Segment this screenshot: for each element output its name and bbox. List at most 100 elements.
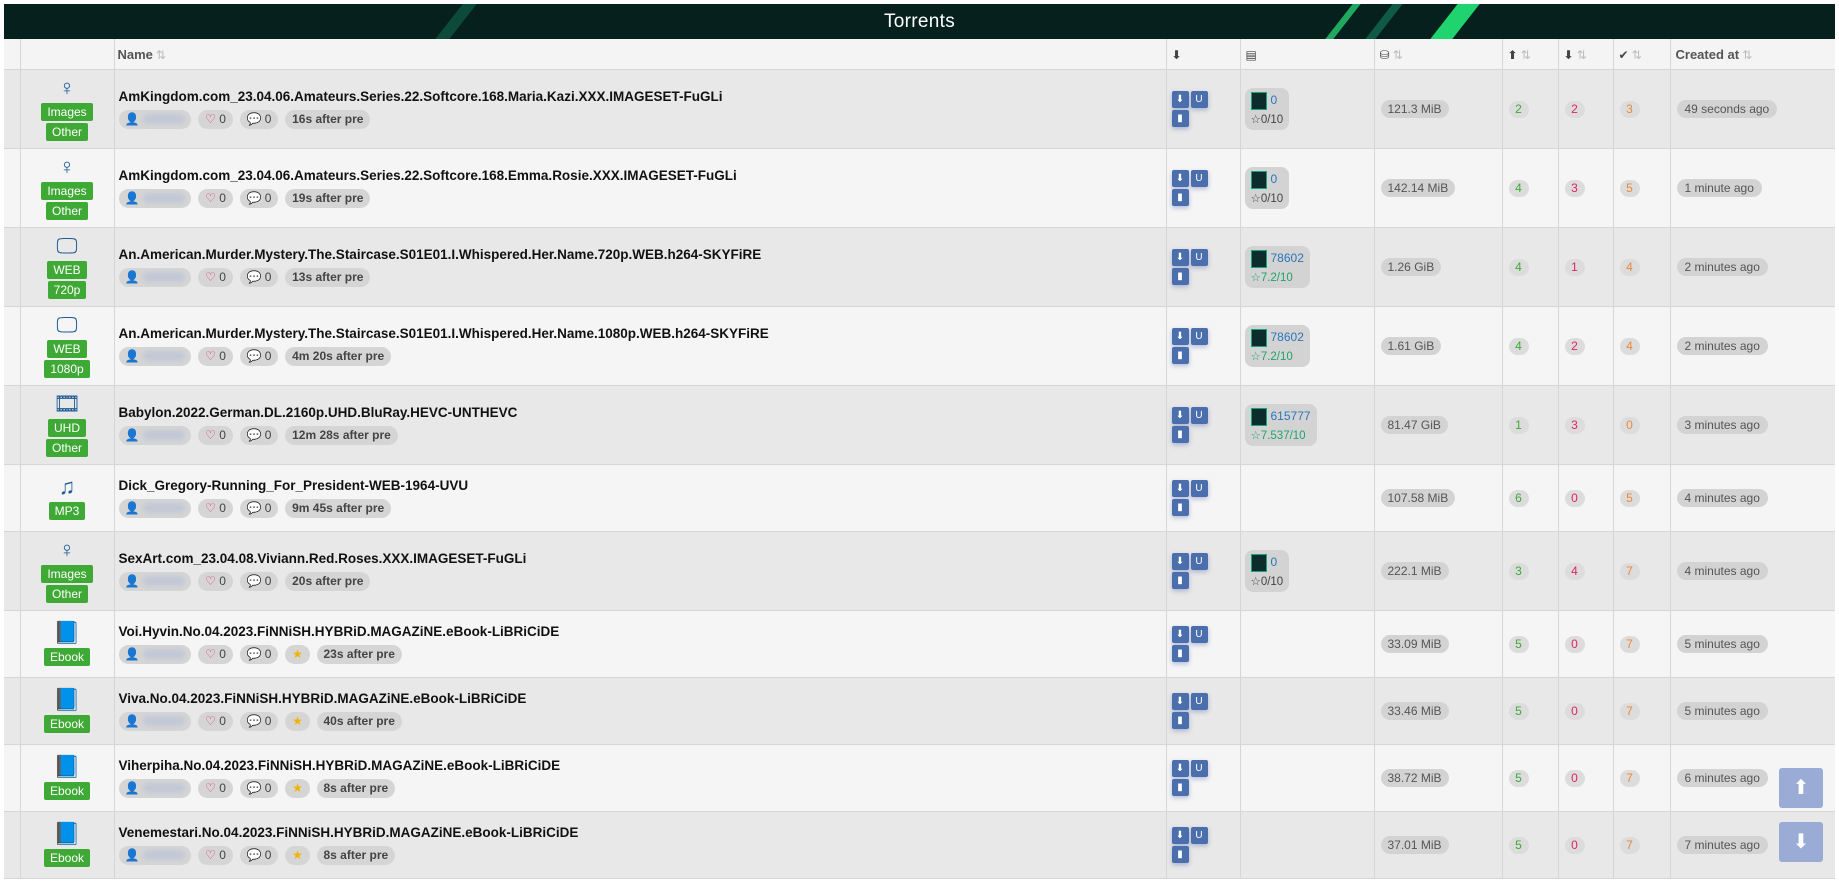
uploader-pill[interactable]: 👤 — [118, 711, 192, 731]
download-button[interactable]: ⬇ — [1171, 328, 1189, 345]
torrent-name-link[interactable]: An.American.Murder.Mystery.The.Staircase… — [115, 326, 1166, 341]
seeders-count[interactable]: 5 — [1508, 769, 1529, 787]
meta-id[interactable]: 0 — [1271, 172, 1278, 186]
completed-count[interactable]: 3 — [1619, 100, 1640, 118]
comments-pill[interactable]: 💬 0 — [239, 778, 279, 798]
category-badge[interactable]: Ebook — [43, 648, 91, 666]
download-button[interactable]: ⬇ — [1171, 407, 1189, 424]
sort-icon[interactable]: ⇅ — [1521, 48, 1531, 62]
likes-pill[interactable]: ♡ 0 — [198, 267, 233, 287]
leechers-count[interactable]: 0 — [1564, 702, 1585, 720]
magnet-button[interactable]: U — [1190, 407, 1208, 424]
comments-pill[interactable]: 💬 0 — [239, 425, 279, 445]
leechers-count[interactable]: 3 — [1564, 179, 1585, 197]
torrent-name-link[interactable]: An.American.Murder.Mystery.The.Staircase… — [115, 247, 1166, 262]
sort-icon[interactable]: ⇅ — [1632, 48, 1642, 62]
seeders-count[interactable]: 4 — [1508, 258, 1529, 276]
likes-pill[interactable]: ♡ 0 — [198, 778, 233, 798]
magnet-button[interactable]: U — [1190, 249, 1208, 266]
resolution-badge[interactable]: Other — [45, 123, 88, 141]
comments-pill[interactable]: 💬 0 — [239, 267, 279, 287]
category-badge[interactable]: UHD — [48, 419, 86, 437]
likes-pill[interactable]: ♡ 0 — [198, 644, 233, 664]
comments-pill[interactable]: 💬 0 — [239, 711, 279, 731]
uploader-pill[interactable]: 👤 — [118, 644, 192, 664]
likes-pill[interactable]: ♡ 0 — [198, 498, 233, 518]
resolution-badge[interactable]: 720p — [47, 281, 87, 299]
download-button[interactable]: ⬇ — [1171, 827, 1189, 844]
bookmark-button[interactable]: ▮ — [1171, 572, 1189, 589]
category-badge[interactable]: WEB — [47, 340, 87, 358]
meta-id[interactable]: 0 — [1271, 555, 1278, 569]
resolution-badge[interactable]: Other — [45, 202, 88, 220]
download-button[interactable]: ⬇ — [1171, 626, 1189, 643]
download-button[interactable]: ⬇ — [1171, 91, 1189, 108]
download-button[interactable]: ⬇ — [1171, 693, 1189, 710]
bookmark-button[interactable]: ▮ — [1171, 645, 1189, 662]
meta-box[interactable]: 78602 ☆7.2/10 — [1244, 325, 1310, 367]
comments-pill[interactable]: 💬 0 — [239, 845, 279, 865]
completed-count[interactable]: 7 — [1619, 562, 1640, 580]
completed-count[interactable]: 7 — [1619, 836, 1640, 854]
torrent-name-link[interactable]: Venemestari.No.04.2023.FiNNiSH.HYBRiD.MA… — [115, 825, 1166, 840]
completed-count[interactable]: 5 — [1619, 179, 1640, 197]
seeders-count[interactable]: 5 — [1508, 702, 1529, 720]
completed-count[interactable]: 7 — [1619, 769, 1640, 787]
seeders-count[interactable]: 1 — [1508, 416, 1529, 434]
header-seeders[interactable]: ⬆ ⇅ — [1502, 39, 1559, 70]
meta-id[interactable]: 615777 — [1271, 409, 1311, 423]
download-button[interactable]: ⬇ — [1171, 170, 1189, 187]
seeders-count[interactable]: 5 — [1508, 836, 1529, 854]
magnet-button[interactable]: U — [1190, 91, 1208, 108]
seeders-count[interactable]: 4 — [1508, 179, 1529, 197]
meta-box[interactable]: 0 ☆0/10 — [1244, 88, 1290, 130]
seeders-count[interactable]: 5 — [1508, 635, 1529, 653]
leechers-count[interactable]: 3 — [1564, 416, 1585, 434]
seeders-count[interactable]: 3 — [1508, 562, 1529, 580]
magnet-button[interactable]: U — [1190, 328, 1208, 345]
torrent-name-link[interactable]: Babylon.2022.German.DL.2160p.UHD.BluRay.… — [115, 405, 1166, 420]
bookmark-button[interactable]: ▮ — [1171, 189, 1189, 206]
torrent-name-link[interactable]: Voi.Hyvin.No.04.2023.FiNNiSH.HYBRiD.MAGA… — [115, 624, 1166, 639]
resolution-badge[interactable]: Other — [45, 585, 88, 603]
magnet-button[interactable]: U — [1190, 693, 1208, 710]
bookmark-button[interactable]: ▮ — [1171, 779, 1189, 796]
header-created[interactable]: Created at ⇅ — [1670, 39, 1835, 70]
bookmark-button[interactable]: ▮ — [1171, 110, 1189, 127]
meta-box[interactable]: 615777 ☆7.537/10 — [1244, 404, 1317, 446]
meta-box[interactable]: 78602 ☆7.2/10 — [1244, 246, 1310, 288]
header-completed[interactable]: ✔ ⇅ — [1613, 39, 1671, 70]
likes-pill[interactable]: ♡ 0 — [198, 109, 233, 129]
leechers-count[interactable]: 0 — [1564, 836, 1585, 854]
magnet-button[interactable]: U — [1190, 626, 1208, 643]
comments-pill[interactable]: 💬 0 — [239, 188, 279, 208]
comments-pill[interactable]: 💬 0 — [239, 498, 279, 518]
resolution-badge[interactable]: Other — [45, 439, 88, 457]
header-leechers[interactable]: ⬇ ⇅ — [1558, 39, 1614, 70]
uploader-pill[interactable]: 👤 — [118, 188, 192, 208]
completed-count[interactable]: 7 — [1619, 702, 1640, 720]
completed-count[interactable]: 0 — [1619, 416, 1640, 434]
comments-pill[interactable]: 💬 0 — [239, 346, 279, 366]
category-badge[interactable]: MP3 — [48, 502, 86, 520]
bookmark-button[interactable]: ▮ — [1171, 499, 1189, 516]
torrent-name-link[interactable]: Viva.No.04.2023.FiNNiSH.HYBRiD.MAGAZiNE.… — [115, 691, 1166, 706]
magnet-button[interactable]: U — [1190, 480, 1208, 497]
uploader-pill[interactable]: 👤 — [118, 346, 192, 366]
torrent-name-link[interactable]: AmKingdom.com_23.04.06.Amateurs.Series.2… — [115, 89, 1166, 104]
uploader-pill[interactable]: 👤 — [118, 845, 192, 865]
uploader-pill[interactable]: 👤 — [118, 498, 192, 518]
likes-pill[interactable]: ♡ 0 — [198, 425, 233, 445]
meta-id[interactable]: 78602 — [1271, 330, 1304, 344]
download-button[interactable]: ⬇ — [1171, 480, 1189, 497]
leechers-count[interactable]: 4 — [1564, 562, 1585, 580]
bookmark-button[interactable]: ▮ — [1171, 426, 1189, 443]
seeders-count[interactable]: 6 — [1508, 489, 1529, 507]
magnet-button[interactable]: U — [1190, 760, 1208, 777]
uploader-pill[interactable]: 👤 — [118, 267, 192, 287]
torrent-name-link[interactable]: AmKingdom.com_23.04.06.Amateurs.Series.2… — [115, 168, 1166, 183]
seeders-count[interactable]: 2 — [1508, 100, 1529, 118]
category-badge[interactable]: Images — [41, 182, 93, 200]
category-badge[interactable]: Images — [41, 103, 93, 121]
leechers-count[interactable]: 2 — [1564, 337, 1585, 355]
